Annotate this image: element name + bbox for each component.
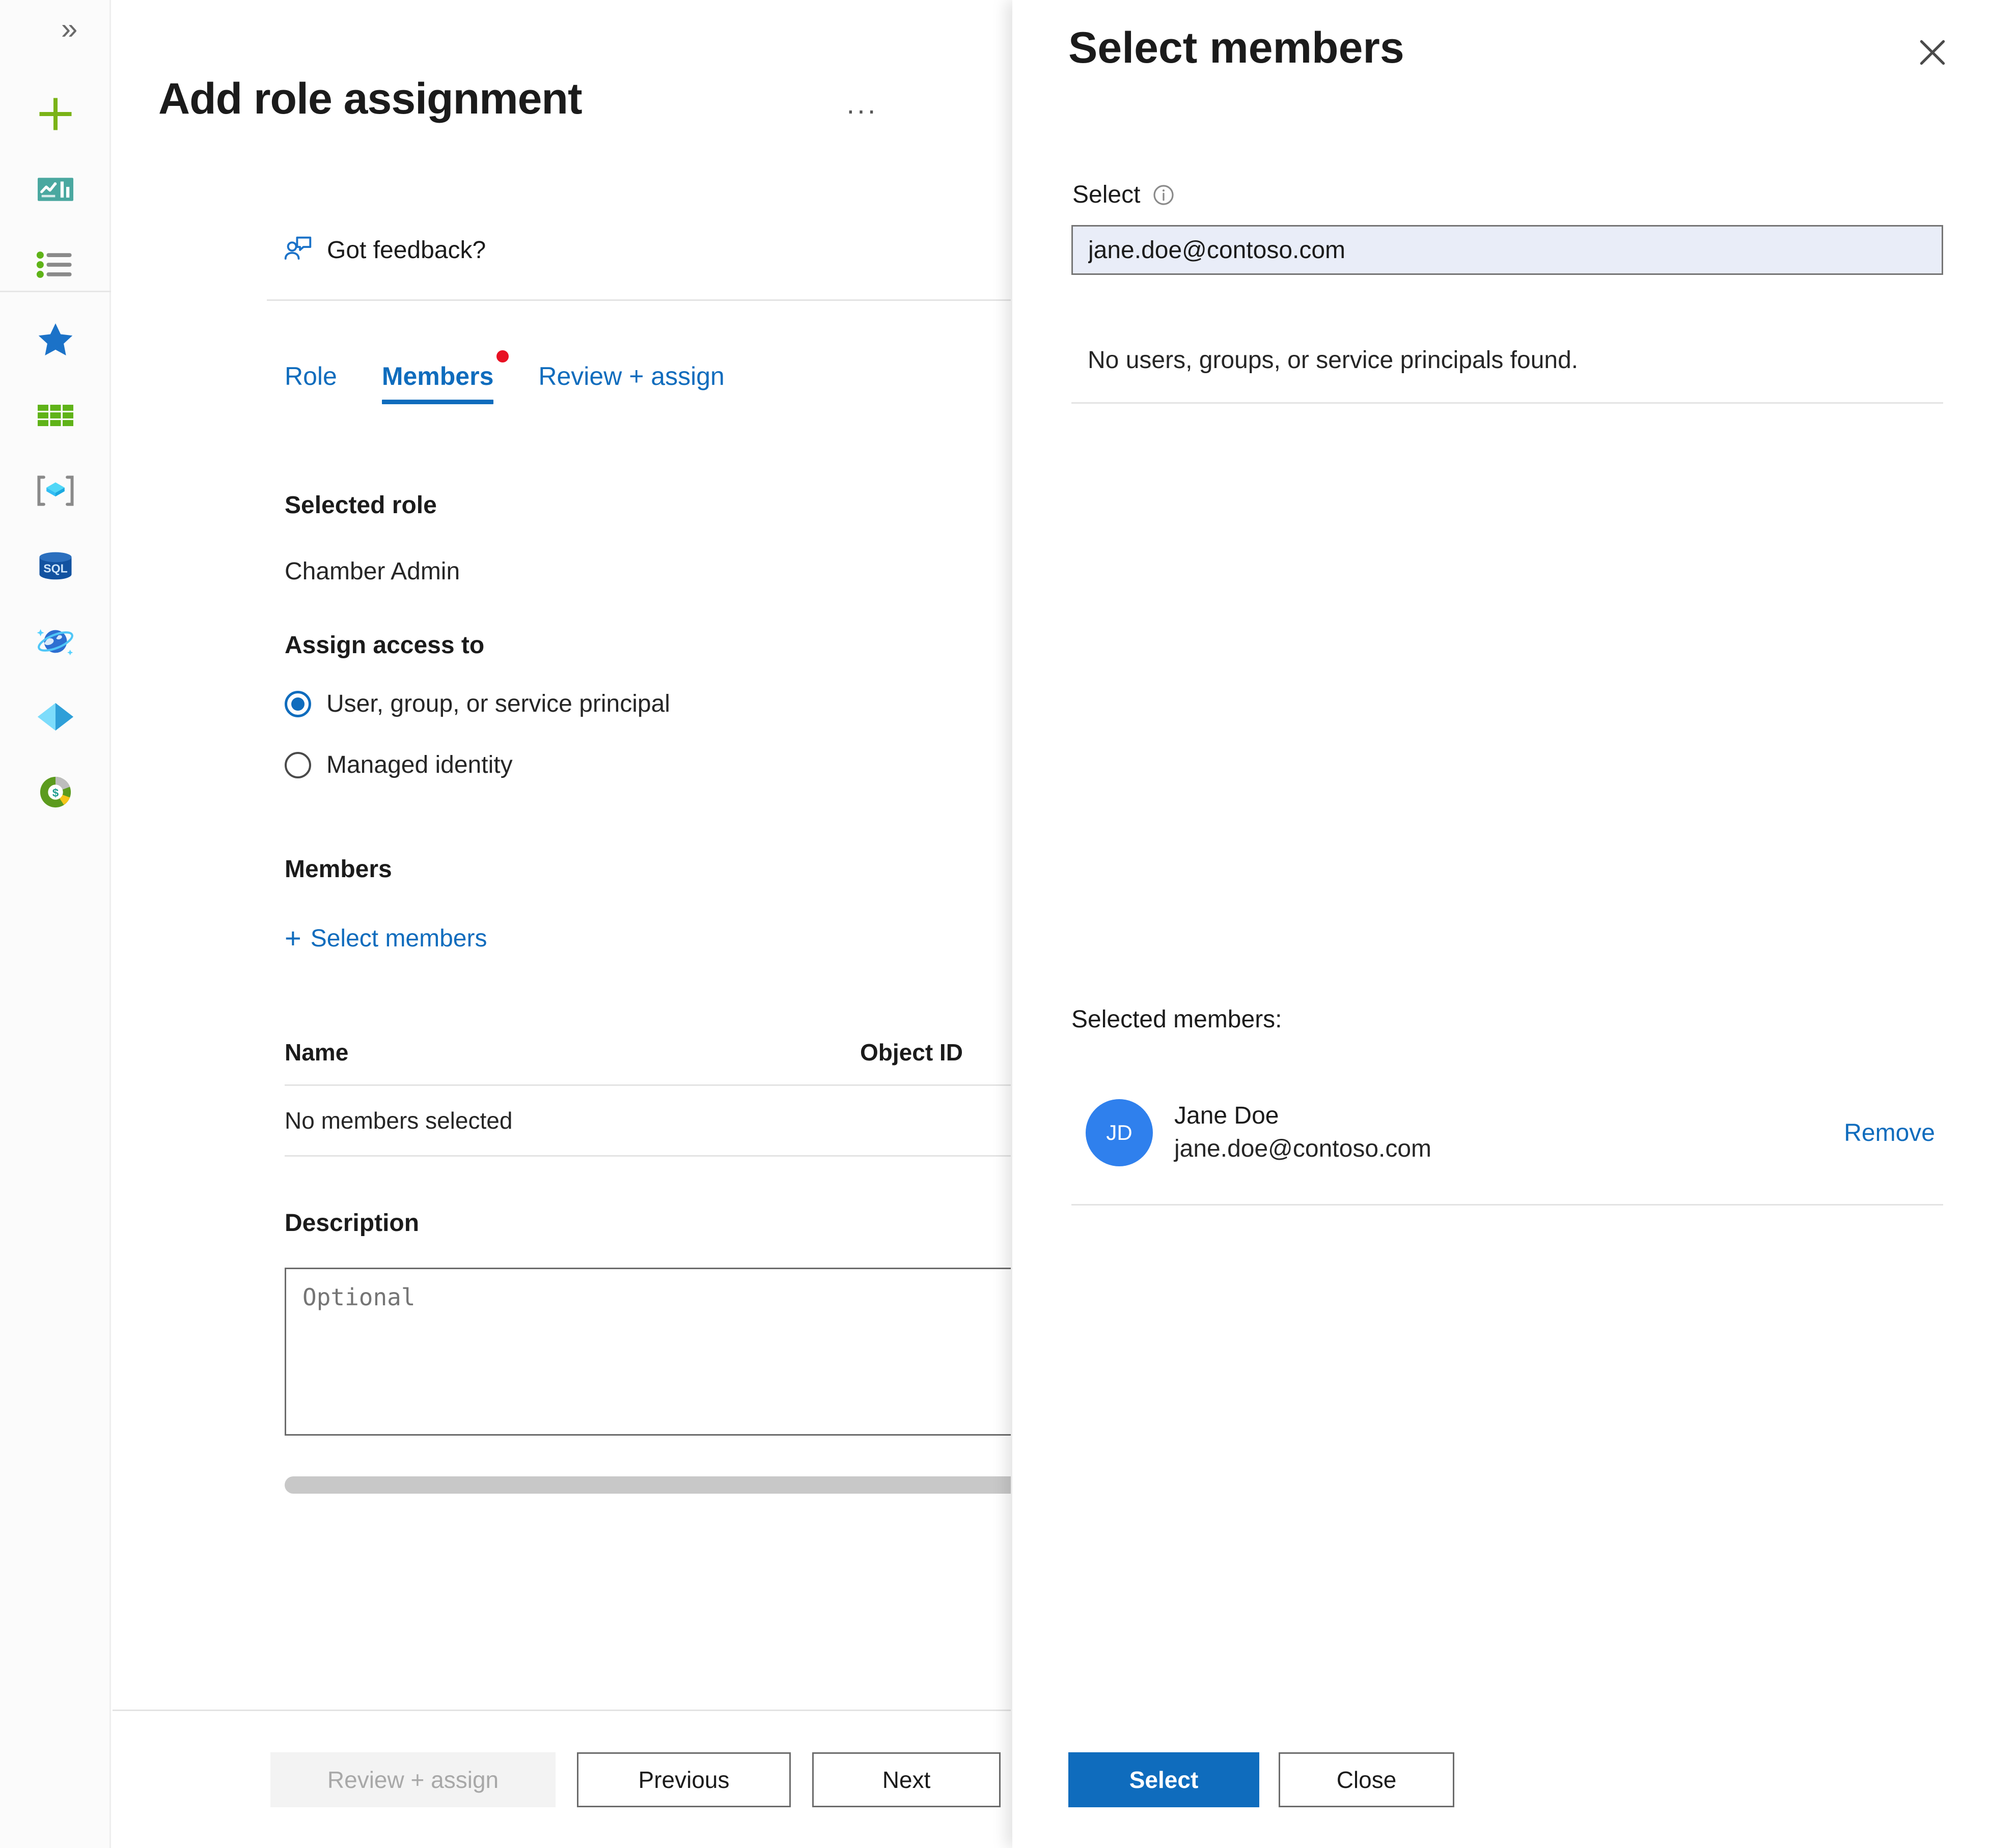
tab-role[interactable]: Role	[285, 361, 337, 404]
remove-member-link[interactable]: Remove	[1844, 1119, 1935, 1147]
selected-role-label: Selected role	[285, 492, 437, 519]
rail-item-storage-accounts[interactable]	[0, 378, 111, 453]
table-row: No members selected	[285, 1086, 1011, 1155]
select-members-link[interactable]: + Select members	[285, 924, 487, 953]
rail-item-sql-databases[interactable]: SQL	[0, 528, 111, 604]
select-members-panel: Select members Select No users, groups, …	[1012, 0, 1990, 1848]
rail-item-data-explorer[interactable]	[0, 679, 111, 754]
grid-icon	[38, 405, 73, 426]
panel-title: Select members	[1068, 23, 1404, 72]
tab-review-assign[interactable]: Review + assign	[538, 361, 724, 404]
radio-managed-identity[interactable]: Managed identity	[285, 751, 513, 779]
selected-member-info: Jane Doe jane.doe@contoso.com	[1174, 1100, 1431, 1166]
assign-access-to-label: Assign access to	[285, 632, 485, 659]
rail-item-favorites[interactable]	[0, 302, 111, 378]
column-header-name: Name	[285, 1039, 349, 1066]
selected-member-email: jane.doe@contoso.com	[1174, 1135, 1432, 1162]
data-explorer-diamond-icon	[38, 703, 73, 731]
selected-role-value: Chamber Admin	[285, 558, 460, 585]
sql-database-icon: SQL	[39, 552, 72, 580]
info-icon[interactable]	[1151, 183, 1176, 207]
close-button[interactable]	[1910, 30, 1955, 75]
select-button[interactable]: Select	[1068, 1752, 1259, 1807]
search-input[interactable]	[1071, 225, 1943, 275]
dashboard-icon	[38, 178, 73, 201]
rail-item-resource-groups[interactable]	[0, 453, 111, 528]
radio-label-user-group: User, group, or service principal	[326, 690, 670, 717]
selected-members-divider	[1071, 1204, 1943, 1206]
table-footer-divider	[285, 1155, 1011, 1157]
left-icon-rail: » SQL $	[0, 0, 111, 1848]
blade-tabs: Role Members Review + assign	[285, 350, 769, 404]
svg-text:SQL: SQL	[43, 562, 67, 575]
tab-members[interactable]: Members	[381, 350, 509, 404]
rail-item-cosmos-db[interactable]	[0, 604, 111, 679]
description-field-wrap	[285, 1268, 1011, 1438]
page-title: Add role assignment	[158, 74, 583, 123]
cosmos-db-planet-icon	[37, 629, 73, 656]
description-label: Description	[285, 1210, 420, 1237]
cost-management-donut-icon: $	[40, 776, 71, 808]
panel-results-divider	[1071, 402, 1943, 404]
radio-user-group-service-principal[interactable]: User, group, or service principal	[285, 690, 670, 718]
tab-members-label: Members	[381, 362, 494, 390]
radio-indicator-user-group	[285, 690, 311, 717]
select-members-link-label: Select members	[310, 925, 487, 952]
members-table: Name Object ID No members selected	[285, 1039, 1011, 1157]
star-icon	[38, 323, 73, 356]
members-section-label: Members	[285, 856, 392, 883]
no-results-message: No users, groups, or service principals …	[1088, 347, 1579, 374]
feedback-person-icon	[284, 236, 312, 260]
selected-members-label: Selected members:	[1071, 1006, 1282, 1033]
members-table-header: Name Object ID	[285, 1039, 1011, 1084]
tab-members-badge-dot	[496, 350, 509, 362]
tab-role-label: Role	[285, 362, 337, 390]
review-assign-button[interactable]: Review + assign	[270, 1752, 556, 1807]
more-options-button[interactable]: ···	[846, 95, 877, 124]
radio-indicator-managed-identity	[285, 751, 311, 778]
svg-text:$: $	[52, 787, 59, 799]
panel-footer: Select Close	[1012, 1711, 1990, 1848]
select-field-label: Select	[1072, 181, 1141, 208]
rail-item-all-resources[interactable]	[0, 227, 111, 302]
got-feedback-label: Got feedback?	[327, 236, 486, 264]
next-button[interactable]: Next	[812, 1752, 1001, 1807]
rail-item-create-resource[interactable]	[0, 76, 111, 152]
add-role-assignment-blade: Add role assignment ··· Got feedback? Ro…	[113, 0, 1011, 1848]
horizontal-scrollbar[interactable]	[285, 1476, 1011, 1494]
list-icon	[36, 251, 72, 278]
blade-footer: Review + assign Previous Next	[113, 1711, 1011, 1848]
description-textarea[interactable]	[285, 1268, 1011, 1436]
rail-item-dashboard[interactable]	[0, 152, 111, 227]
got-feedback-link[interactable]: Got feedback?	[282, 234, 486, 266]
rail-item-cost-management[interactable]: $	[0, 754, 111, 830]
close-panel-button[interactable]: Close	[1279, 1752, 1454, 1807]
radio-label-managed-identity: Managed identity	[326, 751, 513, 778]
column-header-object-id: Object ID	[860, 1039, 963, 1066]
table-cell-name: No members selected	[285, 1107, 513, 1134]
header-divider	[267, 299, 1011, 301]
close-icon	[1920, 40, 1945, 65]
select-field-label-row: Select	[1072, 181, 1176, 209]
selected-member-row: JD Jane Doe jane.doe@contoso.com Remove	[1071, 1082, 1943, 1184]
plus-icon: +	[285, 922, 301, 954]
resource-group-icon	[37, 475, 74, 506]
plus-icon	[39, 98, 72, 130]
selected-member-name: Jane Doe	[1174, 1102, 1279, 1130]
azure-portal-screen: » SQL $ Add role assignment ··· Got feed…	[0, 0, 1990, 1848]
tab-review-assign-label: Review + assign	[538, 362, 725, 390]
previous-button[interactable]: Previous	[577, 1752, 791, 1807]
blade-content: Add role assignment ··· Got feedback? Ro…	[113, 0, 1011, 1708]
chevron-double-right-icon[interactable]: »	[61, 14, 77, 44]
avatar: JD	[1086, 1099, 1153, 1166]
